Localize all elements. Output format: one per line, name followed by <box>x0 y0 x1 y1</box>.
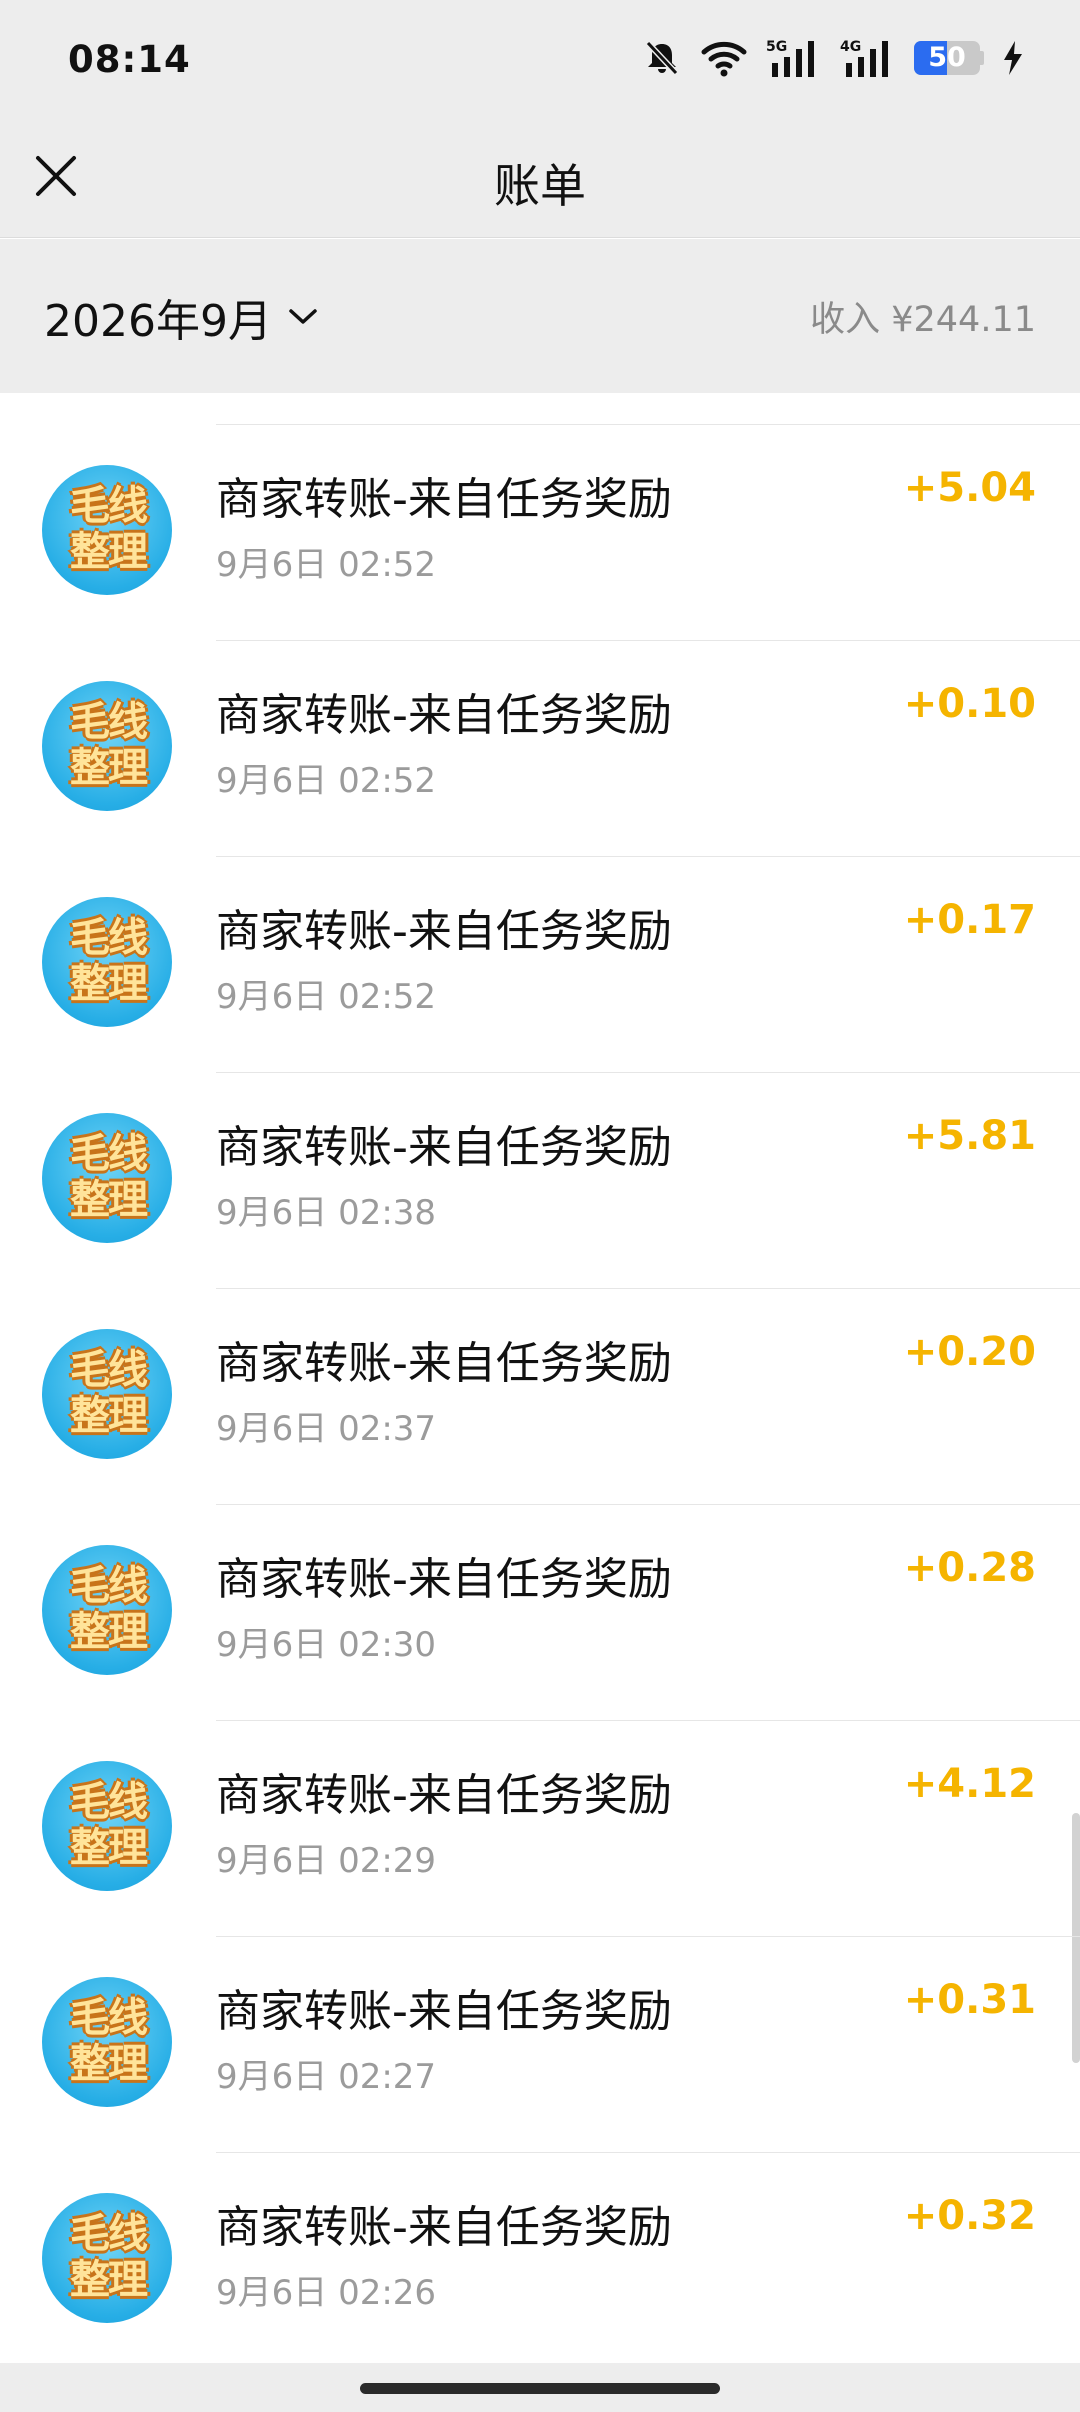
battery-icon: 50 <box>914 41 984 75</box>
merchant-logo-text: 毛线整理 <box>70 1131 148 1223</box>
transaction-time: 9月6日 02:27 <box>216 2057 437 2097</box>
transaction-row[interactable]: 毛线整理 商家转账-来自任务奖励 9月6日 02:52 +0.10 <box>0 641 1080 857</box>
transaction-row[interactable]: 毛线整理 商家转账-来自任务奖励 9月6日 02:38 +5.81 <box>0 1073 1080 1289</box>
transaction-amount: +0.20 <box>903 1329 1036 1375</box>
page-title: 账单 <box>494 159 586 213</box>
transaction-title: 商家转账-来自任务奖励 <box>216 1122 672 1173</box>
merchant-avatar: 毛线整理 <box>42 465 172 595</box>
income-summary: 收入 ¥244.11 <box>810 300 1036 340</box>
transaction-amount: +0.32 <box>903 2193 1036 2239</box>
transaction-time: 9月6日 02:26 <box>216 2273 437 2313</box>
transaction-time: 9月6日 02:30 <box>216 1625 437 1665</box>
transaction-row[interactable]: 毛线整理 商家转账-来自任务奖励 9月6日 02:52 +0.17 <box>0 857 1080 1073</box>
transaction-title: 商家转账-来自任务奖励 <box>216 1986 672 2037</box>
transaction-title: 商家转账-来自任务奖励 <box>216 690 672 741</box>
battery-level: 50 <box>928 42 966 73</box>
transaction-row[interactable]: 毛线整理 商家转账-来自任务奖励 9月6日 02:37 +0.20 <box>0 1289 1080 1505</box>
transaction-amount: +0.28 <box>903 1545 1036 1591</box>
transaction-time: 9月6日 02:52 <box>216 977 437 1017</box>
transaction-title: 商家转账-来自任务奖励 <box>216 906 672 957</box>
merchant-logo-text: 毛线整理 <box>70 699 148 791</box>
merchant-avatar: 毛线整理 <box>42 1545 172 1675</box>
charging-icon <box>1002 40 1024 76</box>
transaction-title: 商家转账-来自任务奖励 <box>216 2202 672 2253</box>
transaction-list[interactable]: 毛线整理 商家转账-来自任务奖励 9月6日 02:52 +5.04 毛线整理 商家转账-来… <box>0 393 1080 2363</box>
merchant-logo-text: 毛线整理 <box>70 915 148 1007</box>
bell-muted-icon <box>642 38 682 78</box>
merchant-avatar: 毛线整理 <box>42 1329 172 1459</box>
transaction-title: 商家转账-来自任务奖励 <box>216 1770 672 1821</box>
bottom-bar <box>0 2363 1080 2412</box>
transaction-time: 9月6日 02:38 <box>216 1193 437 1233</box>
wifi-icon <box>700 38 748 78</box>
transaction-title: 商家转账-来自任务奖励 <box>216 1338 672 1389</box>
merchant-avatar: 毛线整理 <box>42 2193 172 2323</box>
transaction-title: 商家转账-来自任务奖励 <box>216 1554 672 1605</box>
chevron-down-icon <box>289 309 317 324</box>
status-bar: 08:14 5G 4G 50 <box>0 0 1080 120</box>
merchant-avatar: 毛线整理 <box>42 1761 172 1891</box>
transaction-time: 9月6日 02:52 <box>216 761 437 801</box>
merchant-avatar: 毛线整理 <box>42 897 172 1027</box>
transaction-row[interactable]: 毛线整理 商家转账-来自任务奖励 9月6日 02:52 +5.04 <box>0 425 1080 641</box>
transaction-amount: +0.31 <box>903 1977 1036 2023</box>
merchant-logo-text: 毛线整理 <box>70 1347 148 1439</box>
transaction-time: 9月6日 02:29 <box>216 1841 437 1881</box>
transaction-amount: +0.17 <box>903 897 1036 943</box>
transaction-amount: +0.10 <box>903 681 1036 727</box>
status-icons: 5G 4G 50 <box>642 34 1024 82</box>
transaction-amount: +5.81 <box>903 1113 1036 1159</box>
transaction-row[interactable]: 毛线整理 商家转账-来自任务奖励 9月6日 02:29 +4.12 <box>0 1721 1080 1937</box>
transaction-row[interactable]: 毛线整理 商家转账-来自任务奖励 9月6日 02:26 +0.32 <box>0 2153 1080 2363</box>
merchant-logo-text: 毛线整理 <box>70 1995 148 2087</box>
net1-label: 5G <box>766 39 787 55</box>
merchant-avatar: 毛线整理 <box>42 1977 172 2107</box>
transaction-row[interactable]: 毛线整理 商家转账-来自任务奖励 9月6日 02:30 +0.28 <box>0 1505 1080 1721</box>
transaction-row[interactable]: 毛线整理 商家转账-来自任务奖励 9月6日 02:27 +0.31 <box>0 1937 1080 2153</box>
merchant-avatar: 毛线整理 <box>42 1113 172 1243</box>
transaction-time: 9月6日 02:52 <box>216 545 437 585</box>
month-label: 2026年9月 <box>44 296 272 347</box>
transaction-amount: +5.04 <box>903 465 1036 511</box>
merchant-logo-text: 毛线整理 <box>70 2211 148 2303</box>
transaction-title: 商家转账-来自任务奖励 <box>216 474 672 525</box>
signal-5g-icon: 5G <box>766 37 822 79</box>
nav-bar: 账单 <box>0 120 1080 238</box>
merchant-logo-text: 毛线整理 <box>70 1779 148 1871</box>
signal-4g-icon: 4G <box>840 37 896 79</box>
merchant-logo-text: 毛线整理 <box>70 483 148 575</box>
transaction-amount: +4.12 <box>903 1761 1036 1807</box>
month-picker[interactable]: 2026年9月 <box>44 285 318 349</box>
merchant-avatar: 毛线整理 <box>42 681 172 811</box>
transaction-time: 9月6日 02:37 <box>216 1409 437 1449</box>
merchant-logo-text: 毛线整理 <box>70 1563 148 1655</box>
status-time: 08:14 <box>68 38 191 81</box>
net2-label: 4G <box>840 39 861 55</box>
filter-bar: 2026年9月 收入 ¥244.11 <box>0 239 1080 393</box>
home-indicator[interactable] <box>360 2383 720 2394</box>
